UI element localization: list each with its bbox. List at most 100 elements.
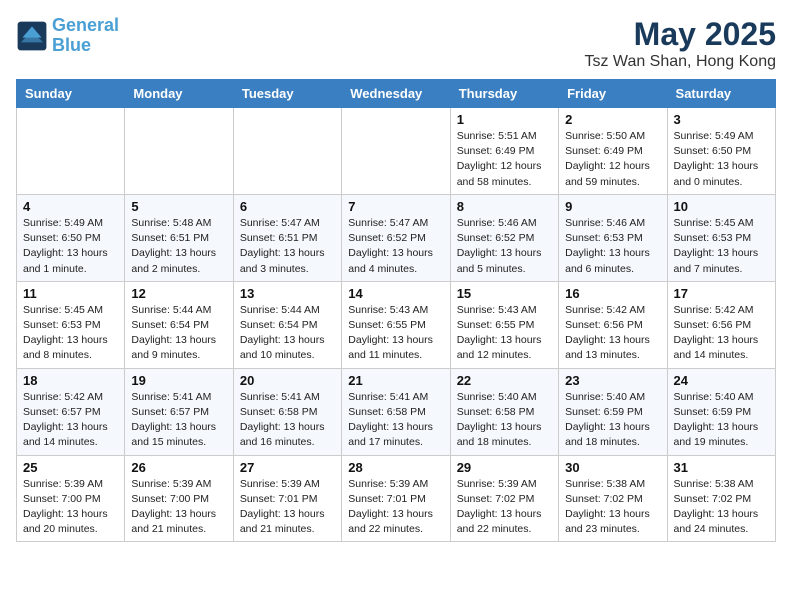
calendar-cell: 21Sunrise: 5:41 AM Sunset: 6:58 PM Dayli… <box>342 368 450 455</box>
calendar-cell: 6 Sunrise: 5:47 AM Sunset: 6:51 PM Daylig… <box>233 194 341 281</box>
day-number: 11 <box>23 286 118 301</box>
day-number: 21 <box>348 373 443 388</box>
day-info: Sunrise: 5:39 AM Sunset: 7:01 PM Dayligh… <box>348 477 443 538</box>
calendar-cell: 26 Sunrise: 5:39 AM Sunset: 7:00 PM Dayli… <box>125 455 233 542</box>
day-info: Sunrise: 5:43 AM Sunset: 6:55 PM Dayligh… <box>457 303 552 364</box>
calendar-cell: 12 Sunrise: 5:44 AM Sunset: 6:54 PM Dayli… <box>125 281 233 368</box>
day-number: 15 <box>457 286 552 301</box>
calendar-cell: 19 Sunrise: 5:41 AM Sunset: 6:57 PM Dayli… <box>125 368 233 455</box>
day-number: 4 <box>23 199 118 214</box>
day-number: 17 <box>674 286 769 301</box>
day-info: Sunrise: 5:42 AM Sunset: 6:56 PM Dayligh… <box>674 303 769 364</box>
day-info: Sunrise: 5:39 AM Sunset: 7:02 PM Dayligh… <box>457 477 552 538</box>
day-number: 25 <box>23 460 118 475</box>
calendar-cell: 2Sunrise: 5:50 AM Sunset: 6:49 PM Daylig… <box>559 108 667 195</box>
logo-line2: Blue <box>52 35 91 55</box>
calendar-cell: 9Sunrise: 5:46 AM Sunset: 6:53 PM Daylig… <box>559 194 667 281</box>
day-info: Sunrise: 5:43 AM Sunset: 6:55 PM Dayligh… <box>348 303 443 364</box>
day-number: 23 <box>565 373 660 388</box>
page-header: General Blue May 2025 Tsz Wan Shan, Hong… <box>16 16 776 71</box>
day-info: Sunrise: 5:45 AM Sunset: 6:53 PM Dayligh… <box>23 303 118 364</box>
day-number: 22 <box>457 373 552 388</box>
day-number: 20 <box>240 373 335 388</box>
calendar-cell: 14 Sunrise: 5:43 AM Sunset: 6:55 PM Dayli… <box>342 281 450 368</box>
calendar-week-row: 11 Sunrise: 5:45 AM Sunset: 6:53 PM Dayli… <box>17 281 776 368</box>
day-info: Sunrise: 5:42 AM Sunset: 6:56 PM Dayligh… <box>565 303 660 364</box>
day-info: Sunrise: 5:41 AM Sunset: 6:58 PM Dayligh… <box>240 390 335 451</box>
title-block: May 2025 Tsz Wan Shan, Hong Kong <box>584 16 776 71</box>
col-header-monday: Monday <box>125 80 233 108</box>
calendar-cell: 10 Sunrise: 5:45 AM Sunset: 6:53 PM Dayli… <box>667 194 775 281</box>
day-info: Sunrise: 5:39 AM Sunset: 7:01 PM Dayligh… <box>240 477 335 538</box>
calendar-week-row: 18Sunrise: 5:42 AM Sunset: 6:57 PM Dayli… <box>17 368 776 455</box>
day-info: Sunrise: 5:44 AM Sunset: 6:54 PM Dayligh… <box>240 303 335 364</box>
calendar-cell: 23 Sunrise: 5:40 AM Sunset: 6:59 PM Dayli… <box>559 368 667 455</box>
calendar-week-row: 4 Sunrise: 5:49 AM Sunset: 6:50 PM Daylig… <box>17 194 776 281</box>
day-number: 9 <box>565 199 660 214</box>
calendar-cell: 3 Sunrise: 5:49 AM Sunset: 6:50 PM Daylig… <box>667 108 775 195</box>
calendar-cell: 1Sunrise: 5:51 AM Sunset: 6:49 PM Daylig… <box>450 108 558 195</box>
calendar-cell <box>125 108 233 195</box>
day-info: Sunrise: 5:42 AM Sunset: 6:57 PM Dayligh… <box>23 390 118 451</box>
logo-line1: General <box>52 15 119 35</box>
day-number: 7 <box>348 199 443 214</box>
day-number: 10 <box>674 199 769 214</box>
day-number: 27 <box>240 460 335 475</box>
calendar-week-row: 25 Sunrise: 5:39 AM Sunset: 7:00 PM Dayli… <box>17 455 776 542</box>
day-info: Sunrise: 5:47 AM Sunset: 6:52 PM Dayligh… <box>348 216 443 277</box>
col-header-tuesday: Tuesday <box>233 80 341 108</box>
calendar-cell: 7 Sunrise: 5:47 AM Sunset: 6:52 PM Daylig… <box>342 194 450 281</box>
day-number: 24 <box>674 373 769 388</box>
day-info: Sunrise: 5:40 AM Sunset: 6:59 PM Dayligh… <box>674 390 769 451</box>
calendar-cell <box>342 108 450 195</box>
day-info: Sunrise: 5:45 AM Sunset: 6:53 PM Dayligh… <box>674 216 769 277</box>
calendar-cell: 28Sunrise: 5:39 AM Sunset: 7:01 PM Dayli… <box>342 455 450 542</box>
day-number: 31 <box>674 460 769 475</box>
calendar-cell: 16Sunrise: 5:42 AM Sunset: 6:56 PM Dayli… <box>559 281 667 368</box>
day-info: Sunrise: 5:38 AM Sunset: 7:02 PM Dayligh… <box>565 477 660 538</box>
calendar-cell: 5 Sunrise: 5:48 AM Sunset: 6:51 PM Daylig… <box>125 194 233 281</box>
day-info: Sunrise: 5:40 AM Sunset: 6:59 PM Dayligh… <box>565 390 660 451</box>
day-info: Sunrise: 5:44 AM Sunset: 6:54 PM Dayligh… <box>131 303 226 364</box>
calendar-cell: 8Sunrise: 5:46 AM Sunset: 6:52 PM Daylig… <box>450 194 558 281</box>
day-info: Sunrise: 5:38 AM Sunset: 7:02 PM Dayligh… <box>674 477 769 538</box>
calendar-cell: 22 Sunrise: 5:40 AM Sunset: 6:58 PM Dayli… <box>450 368 558 455</box>
day-info: Sunrise: 5:49 AM Sunset: 6:50 PM Dayligh… <box>674 129 769 190</box>
day-info: Sunrise: 5:39 AM Sunset: 7:00 PM Dayligh… <box>131 477 226 538</box>
logo-icon <box>16 20 48 52</box>
day-number: 14 <box>348 286 443 301</box>
calendar-cell: 24 Sunrise: 5:40 AM Sunset: 6:59 PM Dayli… <box>667 368 775 455</box>
calendar-cell: 4 Sunrise: 5:49 AM Sunset: 6:50 PM Daylig… <box>17 194 125 281</box>
day-info: Sunrise: 5:51 AM Sunset: 6:49 PM Dayligh… <box>457 129 552 190</box>
day-info: Sunrise: 5:49 AM Sunset: 6:50 PM Dayligh… <box>23 216 118 277</box>
calendar-week-row: 1Sunrise: 5:51 AM Sunset: 6:49 PM Daylig… <box>17 108 776 195</box>
calendar-table: SundayMondayTuesdayWednesdayThursdayFrid… <box>16 79 776 542</box>
calendar-cell: 13Sunrise: 5:44 AM Sunset: 6:54 PM Dayli… <box>233 281 341 368</box>
day-number: 12 <box>131 286 226 301</box>
col-header-saturday: Saturday <box>667 80 775 108</box>
day-number: 29 <box>457 460 552 475</box>
day-number: 8 <box>457 199 552 214</box>
day-info: Sunrise: 5:47 AM Sunset: 6:51 PM Dayligh… <box>240 216 335 277</box>
calendar-cell: 25Sunrise: 5:39 AM Sunset: 7:00 PM Dayli… <box>17 455 125 542</box>
calendar-cell: 20 Sunrise: 5:41 AM Sunset: 6:58 PM Dayli… <box>233 368 341 455</box>
location: Tsz Wan Shan, Hong Kong <box>584 53 776 71</box>
logo: General Blue <box>16 16 119 56</box>
day-number: 19 <box>131 373 226 388</box>
day-info: Sunrise: 5:40 AM Sunset: 6:58 PM Dayligh… <box>457 390 552 451</box>
col-header-sunday: Sunday <box>17 80 125 108</box>
day-info: Sunrise: 5:48 AM Sunset: 6:51 PM Dayligh… <box>131 216 226 277</box>
calendar-cell <box>17 108 125 195</box>
calendar-cell: 29 Sunrise: 5:39 AM Sunset: 7:02 PM Dayli… <box>450 455 558 542</box>
logo-text: General Blue <box>52 16 119 56</box>
col-header-friday: Friday <box>559 80 667 108</box>
day-number: 3 <box>674 112 769 127</box>
day-number: 26 <box>131 460 226 475</box>
calendar-cell: 11 Sunrise: 5:45 AM Sunset: 6:53 PM Dayli… <box>17 281 125 368</box>
day-number: 5 <box>131 199 226 214</box>
day-info: Sunrise: 5:41 AM Sunset: 6:57 PM Dayligh… <box>131 390 226 451</box>
month-title: May 2025 <box>584 16 776 53</box>
day-number: 6 <box>240 199 335 214</box>
calendar-cell: 27 Sunrise: 5:39 AM Sunset: 7:01 PM Dayli… <box>233 455 341 542</box>
calendar-cell: 30Sunrise: 5:38 AM Sunset: 7:02 PM Dayli… <box>559 455 667 542</box>
